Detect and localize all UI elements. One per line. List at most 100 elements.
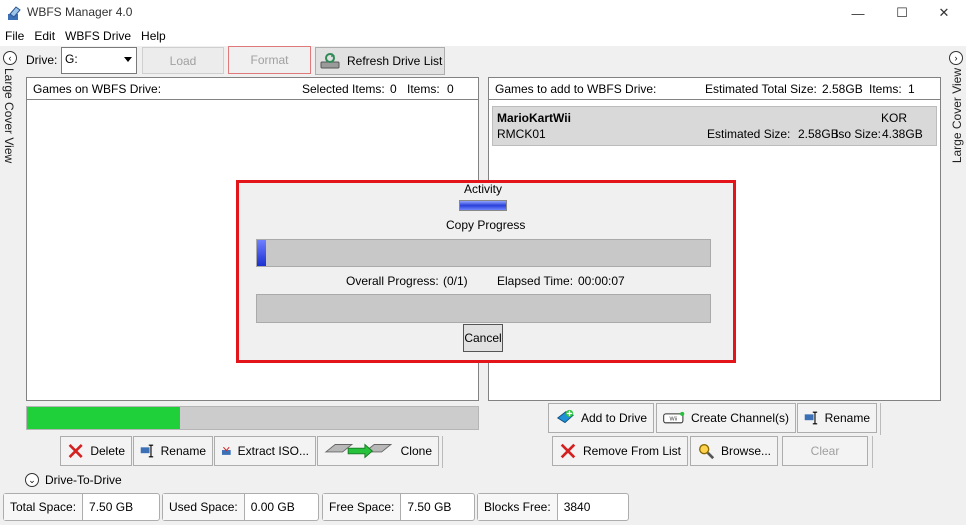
dropdown-arrow-icon (124, 57, 132, 62)
toolbar-grip-right-bottom[interactable] (872, 436, 880, 468)
left-large-cover-view-label[interactable]: Large Cover View (2, 68, 16, 163)
drive-to-drive-expand-icon[interactable]: ⌄ (25, 473, 39, 487)
total-space-label: Total Space: (4, 494, 84, 520)
create-channels-label: Create Channel(s) (690, 411, 789, 425)
add-to-drive-button[interactable]: Add to Drive (548, 403, 654, 433)
activity-indicator (459, 200, 507, 211)
overall-progress-label: Overall Progress: (346, 274, 439, 288)
minimize-button[interactable]: — (836, 0, 880, 26)
browse-icon (699, 444, 715, 460)
rename-icon (140, 444, 154, 458)
extract-iso-icon (221, 446, 231, 455)
blocks-free-cell: Blocks Free: 3840 (477, 493, 629, 521)
add-to-drive-icon (556, 409, 574, 424)
free-space-label: Free Space: (323, 494, 402, 520)
selected-items-value: 0 (390, 82, 397, 96)
rename-list-icon (804, 411, 818, 425)
menu-file[interactable]: File (0, 29, 29, 43)
clear-button[interactable]: Clear (782, 436, 868, 466)
rename-list-label: Rename (824, 411, 870, 425)
right-items-value: 1 (908, 82, 915, 96)
selected-items-label: Selected Items: (302, 82, 385, 96)
right-cover-collapse-icon[interactable]: › (949, 51, 963, 65)
clone-icon (324, 443, 393, 459)
activity-label: Activity (464, 182, 503, 196)
blocks-free-label: Blocks Free: (478, 494, 558, 520)
right-actions-toolbar-top: Add to Drive Wii Create Channel(s) Renam… (548, 403, 890, 435)
clone-label: Clone (400, 444, 432, 458)
title-bar (0, 0, 966, 26)
iso-size-value: 4.38GB (882, 127, 923, 141)
browse-label: Browse... (720, 444, 771, 458)
list-item[interactable]: MarioKartWii RMCK01 KOR Estimated Size: … (492, 106, 937, 146)
right-large-cover-view-label[interactable]: Large Cover View (950, 68, 964, 163)
free-space-value: 7.50 GB (407, 500, 452, 514)
drive-label: Drive: (26, 53, 58, 67)
overall-progress-bar (256, 294, 711, 323)
estimated-total-size-label: Estimated Total Size: (705, 82, 817, 96)
toolbar-grip-right-top[interactable] (880, 403, 888, 435)
extract-iso-button[interactable]: Extract ISO... (214, 436, 316, 466)
toolbar-grip[interactable] (442, 436, 450, 468)
refresh-label: Refresh Drive List (347, 54, 443, 68)
right-items-label: Items: (869, 82, 902, 96)
remove-from-list-label: Remove From List (582, 444, 681, 458)
clone-button[interactable]: Clone (317, 436, 439, 466)
delete-icon (68, 444, 83, 458)
rename-list-button[interactable]: Rename (797, 403, 877, 433)
extract-iso-label: Extract ISO... (237, 444, 309, 458)
refresh-drive-list-button[interactable]: Refresh Drive List (315, 47, 445, 75)
copy-progress-bar (256, 239, 711, 267)
app-icon (8, 6, 21, 20)
game-region: KOR (881, 111, 908, 125)
games-to-add-header: Games to add to WBFS Drive: Estimated To… (489, 78, 940, 100)
menu-edit[interactable]: Edit (29, 29, 60, 43)
free-space-cell: Free Space: 7.50 GB (322, 493, 475, 521)
overall-progress-value: (0/1) (443, 274, 468, 288)
drive-to-drive-label[interactable]: Drive-To-Drive (45, 473, 122, 487)
menu-wbfs-drive[interactable]: WBFS Drive (60, 29, 136, 43)
menu-help[interactable]: Help (136, 29, 171, 43)
used-space-cell: Used Space: 0.00 GB (162, 493, 319, 521)
svg-text:Wii: Wii (669, 417, 677, 423)
copy-progress-fill (257, 240, 267, 266)
estimated-size-value: 2.58GB (798, 127, 839, 141)
rename-drive-button[interactable]: Rename (133, 436, 213, 466)
estimated-total-size-value: 2.58GB (822, 82, 863, 96)
left-cover-collapse-icon[interactable]: ‹ (3, 51, 17, 65)
games-on-drive-title: Games on WBFS Drive: (33, 82, 162, 96)
blocks-free-value: 3840 (563, 500, 591, 514)
game-title: MarioKartWii (497, 111, 571, 125)
cancel-button[interactable]: Cancel (463, 324, 503, 352)
drive-select-value: G: (65, 52, 78, 66)
total-space-value: 7.50 GB (89, 500, 134, 514)
right-actions-toolbar-bottom: Remove From List Browse... Clear (552, 436, 882, 468)
maximize-button[interactable]: ☐ (880, 0, 924, 26)
drive-usage-fill (27, 407, 181, 429)
refresh-drive-icon (320, 53, 340, 69)
elapsed-time-value: 00:00:07 (578, 274, 625, 288)
create-channels-button[interactable]: Wii Create Channel(s) (656, 403, 796, 433)
used-space-value: 0.00 GB (250, 500, 295, 514)
load-button[interactable]: Load (142, 47, 224, 74)
rename-drive-label: Rename (160, 444, 206, 458)
iso-size-label: Iso Size: (835, 127, 882, 141)
game-id: RMCK01 (497, 127, 546, 141)
copy-progress-label: Copy Progress (446, 218, 526, 232)
menu-bar: File Edit WBFS Drive Help (0, 26, 966, 46)
elapsed-time-label: Elapsed Time: (497, 274, 574, 288)
drive-select[interactable]: G: (61, 47, 137, 74)
format-button[interactable]: Format (228, 46, 311, 74)
window-title: WBFS Manager 4.0 (27, 5, 133, 19)
delete-button[interactable]: Delete (60, 436, 132, 466)
close-button[interactable]: ✕ (922, 0, 966, 26)
browse-button[interactable]: Browse... (690, 436, 778, 466)
add-to-drive-label: Add to Drive (580, 411, 647, 425)
remove-from-list-button[interactable]: Remove From List (552, 436, 688, 466)
left-actions-toolbar: Delete Rename Extract ISO... Clone (56, 436, 454, 468)
games-on-drive-header: Games on WBFS Drive: Selected Items: 0 I… (27, 78, 478, 100)
estimated-size-label: Estimated Size: (707, 127, 791, 141)
total-space-cell: Total Space: 7.50 GB (3, 493, 160, 521)
remove-icon (560, 443, 576, 459)
items-label: Items: (407, 82, 440, 96)
